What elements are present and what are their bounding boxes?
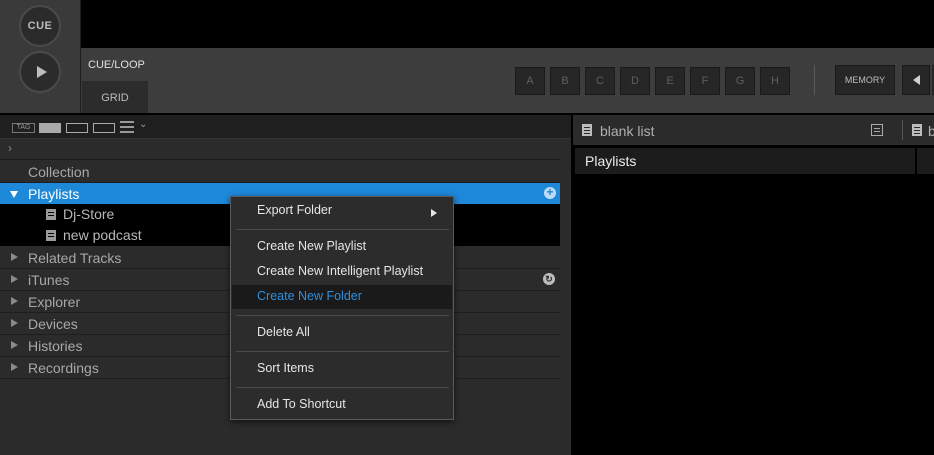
menu-item-label: Export Folder bbox=[257, 203, 333, 217]
hot-cue-d-button[interactable]: D bbox=[620, 67, 650, 95]
playlist-icon bbox=[912, 124, 922, 136]
submenu-arrow-icon bbox=[431, 209, 437, 217]
playlist-label: Dj-Store bbox=[63, 206, 115, 222]
menu-separator bbox=[236, 387, 449, 388]
tree-item-label: Recordings bbox=[28, 360, 99, 376]
divider bbox=[814, 65, 815, 95]
track-list-header: blank list b bbox=[573, 115, 934, 145]
menu-item-label: Create New Intelligent Playlist bbox=[257, 264, 424, 278]
list-menu-icon[interactable] bbox=[871, 124, 883, 136]
list-title: blank list bbox=[600, 123, 655, 139]
menu-item-label: Create New Folder bbox=[257, 289, 362, 303]
track-list-panel: blank list b Playlists bbox=[573, 115, 934, 455]
expand-arrow-icon[interactable] bbox=[11, 275, 18, 283]
list-title-2: b bbox=[928, 123, 934, 139]
menu-item-sort-items[interactable]: Sort Items bbox=[232, 357, 452, 381]
hot-cue-a-button[interactable]: A bbox=[515, 67, 545, 95]
menu-item-label: Sort Items bbox=[257, 361, 314, 375]
playlist-label: new podcast bbox=[63, 227, 142, 243]
transport-panel: CUE bbox=[0, 0, 81, 113]
layout-2-button[interactable] bbox=[66, 123, 88, 133]
column-header-playlists[interactable]: Playlists bbox=[575, 148, 915, 174]
menu-separator bbox=[236, 229, 449, 230]
column-header[interactable] bbox=[917, 148, 934, 174]
tree-item-label: Collection bbox=[28, 164, 90, 180]
hot-cue-c-button[interactable]: C bbox=[585, 67, 615, 95]
previous-memory-button[interactable] bbox=[902, 65, 930, 95]
hot-cue-b-button[interactable]: B bbox=[550, 67, 580, 95]
expand-arrow-icon[interactable] bbox=[11, 363, 18, 371]
context-menu: Export Folder Create New Playlist Create… bbox=[230, 196, 454, 420]
deck-control-panel: CUE/LOOP GRID A B C D E F G H MEMORY bbox=[81, 48, 934, 113]
hot-cue-h-button[interactable]: H bbox=[760, 67, 790, 95]
tree-toolbar: TAG ⌄ bbox=[0, 115, 571, 139]
cue-button[interactable]: CUE bbox=[19, 5, 61, 47]
menu-item-delete-all[interactable]: Delete All bbox=[232, 321, 452, 345]
hot-cue-e-button[interactable]: E bbox=[655, 67, 685, 95]
expand-arrow-icon[interactable] bbox=[10, 191, 18, 198]
menu-item-create-new-intelligent-playlist[interactable]: Create New Intelligent Playlist bbox=[232, 260, 452, 284]
add-icon[interactable]: + bbox=[544, 186, 556, 199]
tree-item-label: Histories bbox=[28, 338, 83, 354]
layout-3-button[interactable] bbox=[93, 123, 115, 133]
expand-arrow-icon[interactable] bbox=[11, 253, 18, 261]
playlist-icon bbox=[582, 124, 592, 136]
layout-1-button[interactable] bbox=[39, 123, 61, 133]
refresh-icon[interactable]: ↻ bbox=[543, 273, 555, 285]
tree-item-label: iTunes bbox=[28, 272, 70, 288]
menu-separator bbox=[236, 315, 449, 316]
expand-arrow-icon[interactable] bbox=[11, 297, 18, 305]
playlist-icon bbox=[46, 230, 56, 241]
play-button[interactable] bbox=[19, 51, 61, 93]
chevron-right-icon[interactable]: › bbox=[8, 141, 12, 155]
hot-cue-g-button[interactable]: G bbox=[725, 67, 755, 95]
tag-button[interactable]: TAG bbox=[12, 123, 35, 133]
memory-button[interactable]: MEMORY bbox=[835, 65, 895, 95]
menu-item-label: Add To Shortcut bbox=[257, 397, 346, 411]
chevron-down-icon[interactable]: ⌄ bbox=[139, 119, 147, 130]
tree-item-label: Explorer bbox=[28, 294, 81, 310]
expand-arrow-icon[interactable] bbox=[11, 341, 18, 349]
play-icon bbox=[36, 66, 47, 78]
tree-item-label: Devices bbox=[28, 316, 78, 332]
menu-item-label: Create New Playlist bbox=[257, 239, 367, 253]
menu-item-create-new-playlist[interactable]: Create New Playlist bbox=[232, 235, 452, 259]
tab-grid[interactable]: GRID bbox=[82, 81, 148, 113]
deck: CUE CUE/LOOP GRID A B C D E F G H MEMORY bbox=[0, 0, 934, 113]
arrow-left-icon bbox=[912, 75, 920, 85]
hot-cue-f-button[interactable]: F bbox=[690, 67, 720, 95]
menu-item-label: Delete All bbox=[257, 325, 310, 339]
tree-item-label: Related Tracks bbox=[28, 250, 122, 266]
playlist-icon bbox=[46, 209, 56, 220]
list-view-icon[interactable] bbox=[120, 121, 134, 133]
menu-item-create-new-folder[interactable]: Create New Folder bbox=[232, 285, 452, 309]
tree-item-label: Playlists bbox=[28, 186, 80, 202]
expand-arrow-icon[interactable] bbox=[11, 319, 18, 327]
tree-item-collection[interactable]: Collection bbox=[0, 161, 560, 183]
breadcrumb: › bbox=[0, 139, 560, 160]
menu-item-add-to-shortcut[interactable]: Add To Shortcut bbox=[232, 393, 452, 417]
menu-item-export-folder[interactable]: Export Folder bbox=[232, 199, 452, 223]
menu-separator bbox=[236, 351, 449, 352]
divider bbox=[902, 120, 903, 140]
tab-cue-loop[interactable]: CUE/LOOP bbox=[82, 48, 148, 80]
